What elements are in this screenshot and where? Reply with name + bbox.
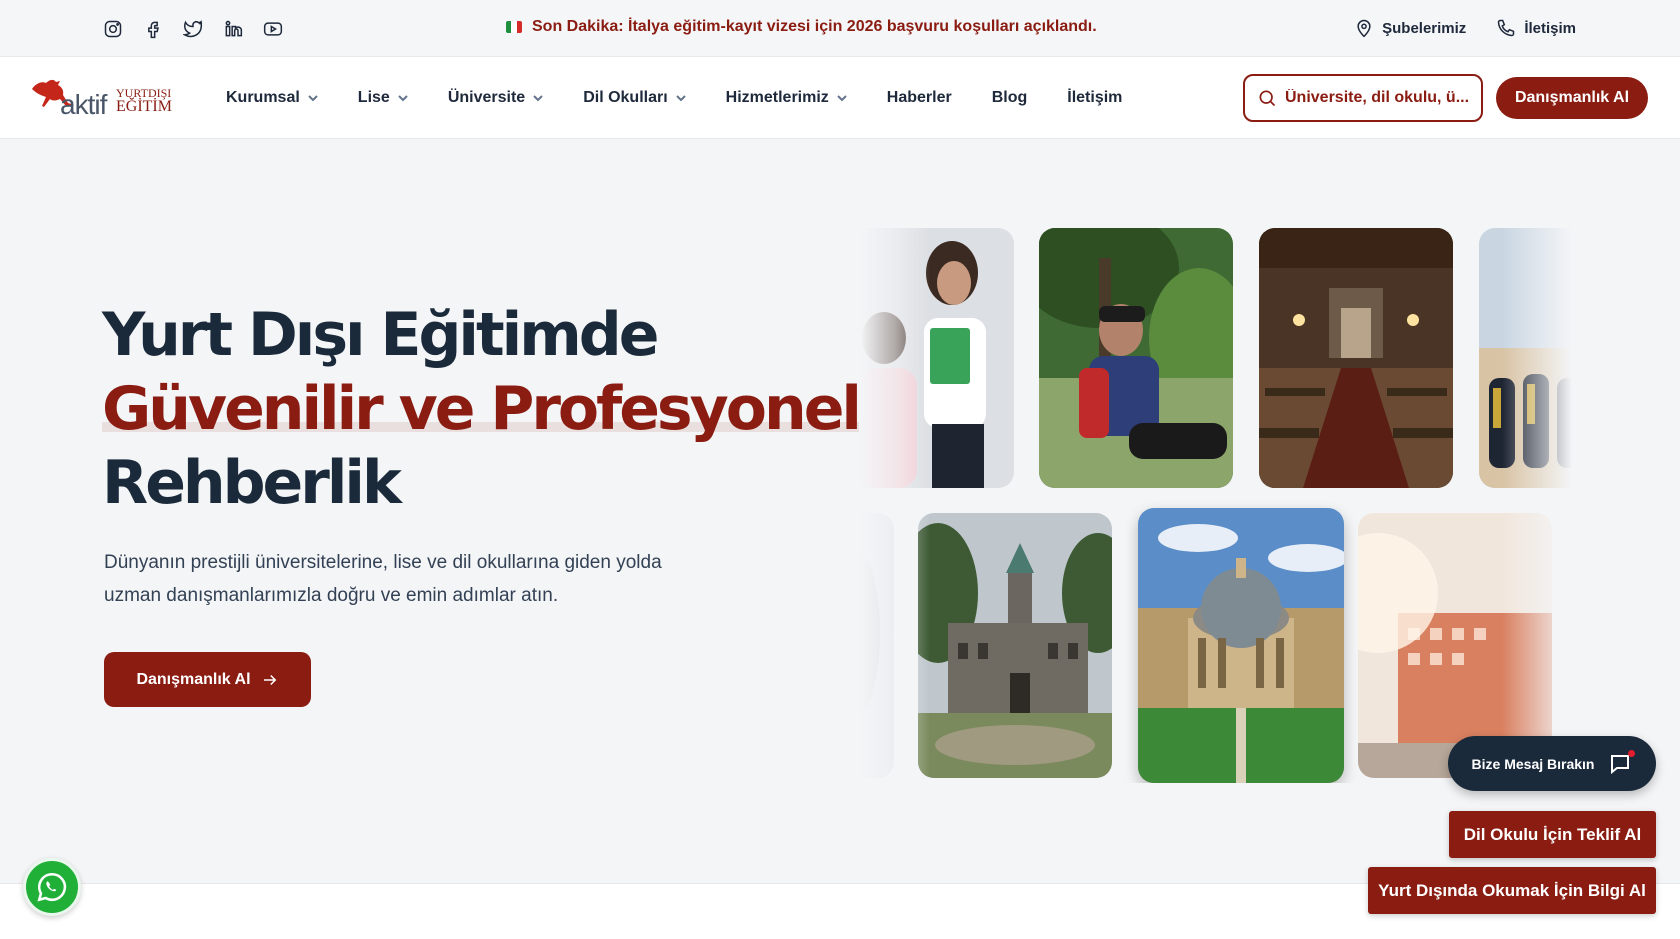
nav-label: Blog [991, 89, 1028, 106]
gallery-image-library [1259, 228, 1453, 488]
branches-label: Şubelerimiz [1382, 19, 1467, 37]
nav-label: Haberler [886, 89, 952, 106]
logo-line2: EĞİTİM [116, 98, 172, 115]
notification-dot [1628, 749, 1636, 757]
social-links [102, 18, 284, 40]
chevron-down-icon [533, 95, 543, 102]
logo-brand: YURTDIŞI EĞİTİM [116, 87, 172, 115]
nav-item-lise[interactable]: Lise [358, 89, 408, 107]
gallery-fade-right [1502, 228, 1572, 783]
search-icon [1259, 90, 1276, 107]
map-pin-icon [1357, 19, 1371, 38]
hero-title-line1: Yurt Dışı Eğitimde [102, 300, 659, 370]
gallery-fade-left [860, 228, 930, 783]
hero-title-line2: Güvenilir ve Profesyonel [102, 374, 862, 444]
gallery-image-castle [918, 513, 1112, 778]
hero-title: Yurt Dışı Eğitimde Güvenilir ve Profesyo… [102, 298, 862, 520]
nav-label: Hizmetlerimiz [725, 89, 829, 106]
instagram-icon[interactable] [102, 18, 124, 40]
contact-link[interactable]: İletişim [1496, 18, 1576, 38]
phone-icon [1498, 19, 1515, 37]
top-links: Şubelerimiz İletişim [1354, 18, 1576, 38]
top-bar: Son Dakika: İtalya eğitim-kayıt vizesi i… [0, 0, 1680, 57]
nav-item-dil-okullari[interactable]: Dil Okulları [583, 89, 686, 107]
chevron-down-icon [398, 95, 408, 102]
italy-flag-icon [506, 21, 522, 33]
language-school-quote-button[interactable]: Dil Okulu İçin Teklif Al [1449, 811, 1656, 858]
nav-item-iletisim[interactable]: İletişim [1067, 89, 1122, 107]
chat-icon [1608, 749, 1636, 776]
hero-gallery [860, 228, 1572, 783]
hero-description: Dünyanın prestijli üniversitelerine, lis… [104, 552, 662, 606]
nav-label: Dil Okulları [583, 89, 668, 106]
leave-message-label: Bize Mesaj Bırakın [1471, 755, 1595, 772]
twitter-icon[interactable] [182, 18, 204, 40]
nav-item-haberler[interactable]: Haberler [887, 89, 952, 107]
chevron-down-icon [837, 95, 847, 102]
search-input[interactable] [1285, 89, 1470, 107]
main-header: aktif YURTDIŞI EĞİTİM Kurumsal Lise Üniv… [0, 57, 1680, 139]
branches-link[interactable]: Şubelerimiz [1354, 18, 1466, 38]
consultation-button[interactable]: Danışmanlık Al [1496, 77, 1648, 119]
leave-message-button[interactable]: Bize Mesaj Bırakın [1448, 736, 1656, 791]
nav-label: Lise [357, 89, 390, 106]
nav-label: İletişim [1067, 89, 1123, 106]
hero-title-line3: Rehberlik [102, 448, 402, 518]
logo-word: aktif [60, 89, 107, 120]
gallery-image-radcliffe [1138, 508, 1344, 783]
nav-item-universite[interactable]: Üniversite [448, 89, 543, 107]
linkedin-icon[interactable] [222, 18, 244, 40]
search-box[interactable] [1243, 74, 1483, 122]
nav-label: Kurumsal [226, 89, 300, 106]
logo[interactable]: aktif YURTDIŞI EĞİTİM [30, 77, 180, 120]
chevron-down-icon [675, 95, 686, 102]
nav-item-hizmetlerimiz[interactable]: Hizmetlerimiz [726, 89, 847, 107]
study-abroad-info-button[interactable]: Yurt Dışında Okumak İçin Bilgi Al [1368, 867, 1656, 914]
hero-button-label: Danışmanlık Al [136, 670, 251, 688]
contact-label: İletişim [1524, 19, 1576, 37]
nav-label: Üniversite [447, 89, 526, 106]
facebook-icon[interactable] [142, 18, 164, 40]
nav-item-blog[interactable]: Blog [992, 89, 1028, 107]
whatsapp-icon [37, 872, 67, 902]
gallery-image-student-park [1039, 228, 1233, 488]
breaking-news-text: Son Dakika: İtalya eğitim-kayıt vizesi i… [532, 18, 1097, 35]
arrow-right-icon [263, 674, 276, 685]
main-nav: Kurumsal Lise Üniversite Dil Okulları Hi… [226, 89, 1162, 107]
whatsapp-button[interactable] [23, 858, 81, 916]
youtube-icon[interactable] [262, 18, 284, 40]
nav-item-kurumsal[interactable]: Kurumsal [226, 89, 318, 107]
hero-consultation-button[interactable]: Danışmanlık Al [104, 652, 311, 707]
chevron-down-icon [308, 95, 318, 102]
breaking-news[interactable]: Son Dakika: İtalya eğitim-kayıt vizesi i… [506, 18, 1097, 36]
